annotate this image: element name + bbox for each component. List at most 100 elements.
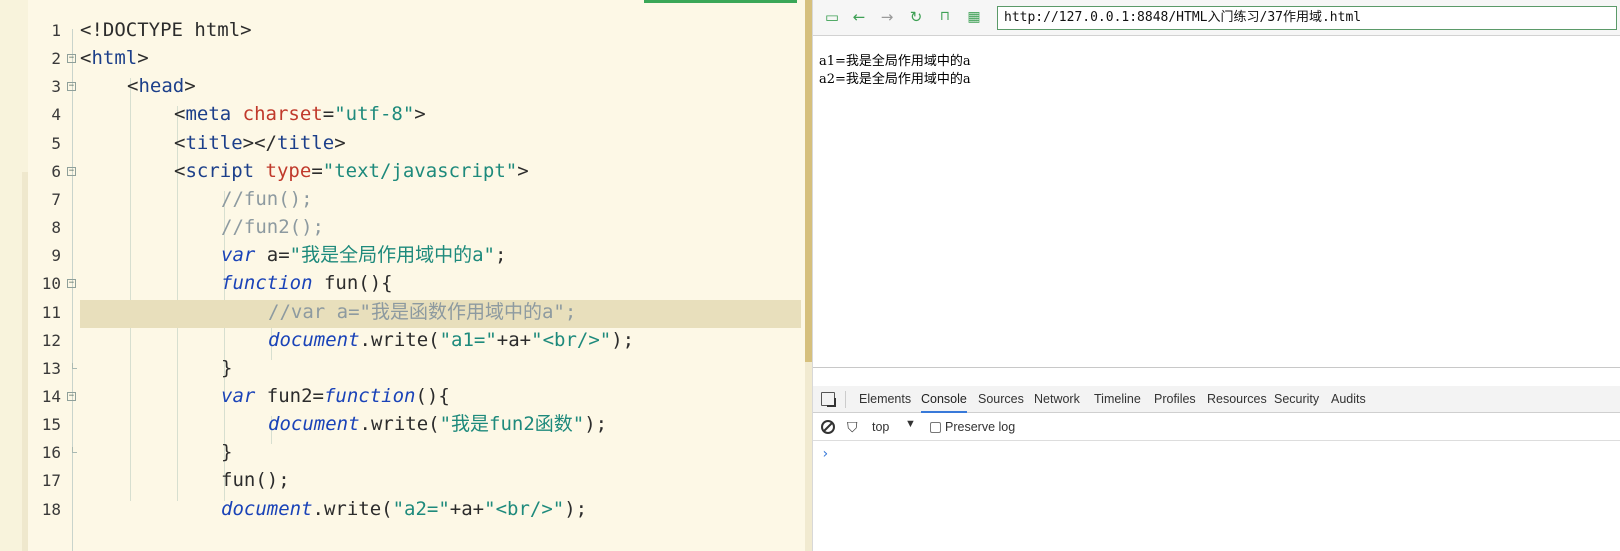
- line-number: 10: [41, 274, 61, 294]
- console-prompt[interactable]: ›: [821, 446, 829, 462]
- line-number: 18: [41, 499, 61, 519]
- code-token: "utf-8": [334, 103, 415, 126]
- console-toolbar: ⛉ top ▼ Preserve log: [813, 414, 1620, 441]
- code-token: .write(: [359, 328, 440, 351]
- tab-resources[interactable]: Resources: [1207, 386, 1267, 413]
- code-text[interactable]: document.write("a2="+a+"<br/>");: [221, 495, 587, 524]
- back-icon[interactable]: ←: [850, 8, 868, 26]
- tab-timeline[interactable]: Timeline: [1094, 386, 1141, 413]
- code-text[interactable]: fun();: [221, 466, 290, 495]
- code-token: "a1=": [439, 328, 497, 351]
- code-token: ></: [242, 131, 277, 154]
- code-token: >: [184, 75, 196, 98]
- chevron-down-icon[interactable]: ▼: [905, 418, 916, 430]
- code-text[interactable]: document.write("a1="+a+"<br/>");: [268, 326, 634, 355]
- code-text[interactable]: function fun(){: [221, 269, 393, 298]
- code-line[interactable]: 5 <title></title>: [0, 129, 805, 158]
- context-selector[interactable]: top: [872, 420, 889, 434]
- code-token: head: [138, 75, 185, 98]
- line-number: 12: [41, 330, 61, 350]
- line-number: 2: [51, 49, 61, 69]
- code-token: html: [91, 47, 138, 70]
- code-text[interactable]: <html>: [80, 44, 149, 73]
- line-number: 17: [41, 471, 61, 491]
- refresh-icon[interactable]: ↻: [907, 8, 925, 26]
- code-text[interactable]: //fun2();: [221, 213, 324, 242]
- code-token: var: [221, 244, 256, 267]
- tab-sources[interactable]: Sources: [978, 386, 1024, 413]
- tab-network[interactable]: Network: [1034, 386, 1080, 413]
- code-token: >: [414, 103, 426, 126]
- code-line[interactable]: 16}: [0, 438, 805, 467]
- qrcode-icon[interactable]: ▦: [965, 8, 983, 26]
- code-text[interactable]: var fun2=function(){: [221, 382, 450, 411]
- code-token: document: [221, 497, 313, 520]
- code-text[interactable]: //var a="我是函数作用域中的a";: [268, 298, 576, 327]
- code-token: );: [584, 413, 608, 436]
- code-line[interactable]: 13}: [0, 354, 805, 383]
- tab-audits[interactable]: Audits: [1331, 386, 1366, 413]
- code-line[interactable]: 3− <head>: [0, 72, 805, 101]
- fold-toggle-icon[interactable]: −: [67, 82, 76, 92]
- code-line[interactable]: 4 <meta charset="utf-8">: [0, 100, 805, 129]
- code-text[interactable]: var a="我是全局作用域中的a";: [221, 241, 506, 270]
- code-text[interactable]: }: [221, 438, 232, 467]
- clear-console-icon[interactable]: [821, 420, 835, 434]
- editor-scrollbar-thumb[interactable]: [805, 0, 812, 362]
- code-line[interactable]: 12 document.write("a1="+a+"<br/>");: [0, 326, 805, 355]
- code-editor[interactable]: 1 <!DOCTYPE html> 2− <html> 3− <head> 4 <meta c…: [0, 0, 805, 551]
- devtools-panel: Elements Console Sources Network Timelin…: [813, 367, 1620, 551]
- tab-profiles[interactable]: Profiles: [1154, 386, 1196, 413]
- fold-toggle-icon[interactable]: −: [67, 166, 76, 176]
- code-token: fun();: [221, 469, 290, 492]
- code-line[interactable]: 1 <!DOCTYPE html>: [0, 16, 805, 45]
- fold-toggle-icon[interactable]: −: [67, 391, 76, 401]
- code-token: title: [276, 131, 335, 154]
- fold-toggle-icon[interactable]: −: [67, 54, 76, 64]
- code-line[interactable]: 17 fun();: [0, 466, 805, 495]
- code-line[interactable]: 8 //fun2();: [0, 213, 805, 242]
- code-token: <!DOCTYPE html>: [80, 19, 252, 41]
- address-bar[interactable]: http://127.0.0.1:8848/HTML入门练习/37作用域.htm…: [997, 6, 1617, 30]
- browser-toolbar: ▭ ← → ↻ ⊓ ▦ http://127.0.0.1:8848/HTML入门…: [813, 0, 1620, 36]
- code-line[interactable]: 10− function fun(){: [0, 269, 805, 298]
- fold-toggle-icon[interactable]: −: [67, 279, 76, 289]
- filter-icon[interactable]: ⛉: [847, 419, 858, 436]
- code-text[interactable]: <title></title>: [174, 129, 346, 158]
- code-line[interactable]: 14− var fun2=function(){: [0, 382, 805, 411]
- code-text[interactable]: <!DOCTYPE html>: [80, 16, 252, 45]
- browser-preview: ▭ ← → ↻ ⊓ ▦ http://127.0.0.1:8848/HTML入门…: [812, 0, 1620, 551]
- code-text[interactable]: document.write("我是fun2函数");: [268, 410, 607, 439]
- tab-elements[interactable]: Elements: [859, 386, 911, 413]
- code-line[interactable]: 11 //var a="我是函数作用域中的a";: [0, 298, 805, 328]
- code-token: function: [221, 272, 313, 295]
- code-text[interactable]: }: [221, 354, 232, 383]
- inspect-element-icon[interactable]: [821, 392, 835, 406]
- code-text[interactable]: <meta charset="utf-8">: [174, 100, 426, 129]
- code-token: =: [311, 159, 323, 182]
- code-line[interactable]: 2− <html>: [0, 44, 805, 73]
- code-line[interactable]: 15 document.write("我是fun2函数");: [0, 410, 805, 439]
- code-token: <: [174, 159, 186, 182]
- code-line[interactable]: 6− <script type="text/javascript">: [0, 157, 805, 186]
- preserve-log-checkbox[interactable]: [930, 422, 941, 433]
- tab-console[interactable]: Console: [921, 386, 967, 413]
- code-text[interactable]: //fun();: [221, 185, 313, 214]
- code-token: "我是fun2函数": [439, 413, 585, 436]
- page-viewport: a1=我是全局作用域中的a a2=我是全局作用域中的a: [813, 37, 1620, 367]
- code-token: "<br/>": [531, 328, 612, 351]
- code-token: function: [323, 384, 416, 407]
- code-text[interactable]: <head>: [127, 72, 196, 101]
- code-token: title: [185, 131, 243, 154]
- code-token: a=: [255, 244, 290, 267]
- code-line[interactable]: 9 var a="我是全局作用域中的a";: [0, 241, 805, 270]
- code-line[interactable]: 18 document.write("a2="+a+"<br/>");: [0, 495, 805, 524]
- forward-icon[interactable]: →: [878, 8, 896, 26]
- lock-icon[interactable]: ⊓: [936, 8, 954, 26]
- code-line[interactable]: 7 //fun();: [0, 185, 805, 214]
- console-toggle-icon[interactable]: ▭: [823, 8, 841, 26]
- line-number: 3: [51, 77, 61, 97]
- tab-security[interactable]: Security: [1274, 386, 1319, 413]
- editor-scrollbar[interactable]: [805, 0, 812, 551]
- code-text[interactable]: <script type="text/javascript">: [174, 157, 529, 186]
